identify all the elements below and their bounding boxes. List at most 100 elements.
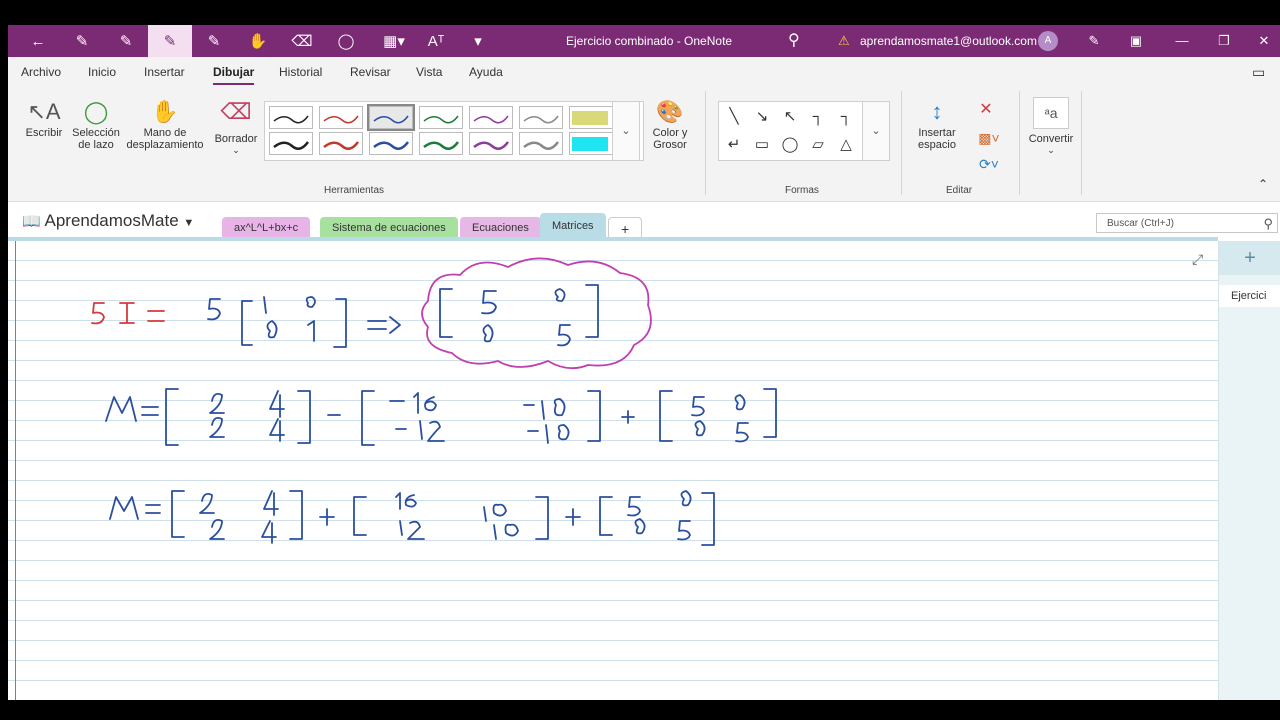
convert-button[interactable]: ᵃa Convertir ⌄ [1026,97,1076,156]
ellipse-shape-icon[interactable]: ◯ [779,134,801,156]
shapes-more-button[interactable]: ⌄ [862,101,890,161]
pen-swatch[interactable] [269,132,313,155]
notebook-selector[interactable]: 📖 AprendamosMate ▼ [22,211,194,231]
close-icon[interactable]: ✕ [1244,25,1280,57]
eraser-icon[interactable]: ⌫ [284,25,320,57]
ink-blue-strokes [207,296,401,348]
highlighter-swatch[interactable] [569,106,613,129]
section-tab-active[interactable]: Matrices [540,213,606,239]
back-icon[interactable]: ← [20,25,56,57]
minimize-icon[interactable]: — [1162,25,1202,57]
section-tab[interactable]: Ecuaciones [460,217,541,239]
rotate-button[interactable]: ⟳˅ [974,149,1004,179]
pen-swatch[interactable] [519,106,563,129]
pen-swatch[interactable] [269,106,313,129]
highlighter-swatch[interactable] [569,132,613,155]
group-divider [1019,91,1020,195]
delete-x-icon: ✕ [979,101,993,118]
pen-red-icon[interactable]: ✎ [108,25,144,57]
double-arrow-shape-icon[interactable]: ↖ [779,106,801,128]
pen-active-icon[interactable]: ✎ [148,25,192,57]
pen-swatch[interactable] [319,106,363,129]
axis-shape-icon[interactable]: ┐ [807,106,829,128]
write-button[interactable]: ↖A Escribir [24,97,64,139]
color-thickness-button[interactable]: 🎨 Color y Grosor [648,97,692,151]
window-title: Ejercicio combinado - OneNote [566,34,733,48]
collapse-ribbon-icon[interactable]: ⌃ [1258,177,1268,191]
title-bar: ← ✎ ✎ ✎ ✎ ✋ ⌫ ◯ ▦▾ Aᵀ ▾ Ejercicio combin… [8,25,1280,57]
triangle-shape-icon[interactable]: △ [835,134,857,156]
warning-icon[interactable]: ⚠ [838,33,850,49]
search-icon: ⚲ [1263,216,1273,231]
pen-swatch[interactable] [469,132,513,155]
line-shape-icon[interactable]: ╲ [723,106,745,128]
hand-label-1: Mano de [143,127,187,139]
pen-green-icon[interactable]: ✎ [196,25,232,57]
maximize-icon[interactable]: ❐ [1204,25,1244,57]
pen-gallery-more-button[interactable]: ⌄ [612,101,640,161]
chevron-down-icon: ▼ [183,217,195,229]
menu-revisar[interactable]: Revisar [350,57,391,87]
menu-dibujar[interactable]: Dibujar [213,57,255,87]
pen-swatch[interactable] [519,132,563,155]
delete-button[interactable]: ✕ [976,95,996,125]
account-email[interactable]: aprendamosmate1@outlook.com [860,25,1037,57]
pen-swatch-selected[interactable] [367,104,415,131]
pen-stroke-icon [423,141,460,150]
rectangle-shape-icon[interactable]: ▭ [751,134,773,156]
customize-icon[interactable]: ▾ [460,25,496,57]
lasso-icon: ◯ [83,99,109,124]
group-label-tools: Herramientas [324,185,385,196]
menu-archivo[interactable]: Archivo [21,57,61,87]
group-label-shapes: Formas [785,185,819,196]
notebook-name: AprendamosMate [44,211,179,230]
columns-icon[interactable]: ▦▾ [372,25,416,57]
highlighter-icon [572,111,608,125]
menu-historial[interactable]: Historial [279,57,322,87]
search-placeholder: Buscar (Ctrl+J) [1107,218,1174,229]
fullscreen-icon[interactable]: ▣ [1116,25,1156,57]
hand-pan-button[interactable]: ✋ Mano de desplazamiento [124,97,206,151]
pen-swatch[interactable] [419,132,463,155]
avatar[interactable]: A [1038,31,1058,51]
lasso-select-button[interactable]: ◯ Selección de lazo [68,97,124,151]
lasso-icon[interactable]: ◯ [328,25,364,57]
section-tab[interactable]: Sistema de ecuaciones [320,217,458,239]
write-label: Escribir [25,127,63,139]
rotate-icon: ⟳˅ [979,156,999,172]
chevron-down-icon: ⌄ [1047,145,1055,155]
add-page-button[interactable]: + [1219,241,1280,275]
eraser-button[interactable]: ⌫ Borrador ⌄ [212,97,260,156]
search-icon[interactable]: ⚲ [788,25,800,57]
parallelogram-shape-icon[interactable]: ▱ [807,134,829,156]
pen-swatch[interactable] [319,132,363,155]
page-canvas[interactable]: ⤢ [8,241,1218,700]
palette-icon: 🎨 [656,99,684,124]
notebook-bar: 📖 AprendamosMate ▼ ax^L^L+bx+c Sistema d… [8,207,1280,240]
lasso-label-2: de lazo [78,139,114,151]
pen-swatch[interactable] [419,106,463,129]
pen-stroke-icon [323,141,360,150]
ink-purple-cloud [421,257,652,370]
menu-vista[interactable]: Vista [416,57,442,87]
pen-swatch[interactable] [369,132,413,155]
menu-ayuda[interactable]: Ayuda [469,57,503,87]
hand-icon[interactable]: ✋ [240,25,276,57]
insert-space-button[interactable]: ↕ Insertar espacio [914,97,960,151]
ink-blue-strokes [109,490,715,546]
pen-settings-icon[interactable]: ✎ [1074,25,1114,57]
pen-stroke-icon [373,141,410,150]
pen-icon[interactable]: ✎ [64,25,100,57]
arrow-shape-icon[interactable]: ↘ [751,106,773,128]
notebook-pane-icon[interactable]: ▭ [1252,57,1265,87]
axis-arrow-shape-icon[interactable]: ┐ [835,106,857,128]
pen-swatch[interactable] [469,106,513,129]
ink-to-text-icon[interactable]: Aᵀ [418,25,454,57]
page-list-item[interactable]: Ejercici [1219,285,1280,307]
insert-space-label-1: Insertar [918,127,956,139]
menu-insertar[interactable]: Insertar [144,57,185,87]
corner-shape-icon[interactable]: ↵ [723,134,745,156]
section-tab[interactable]: ax^L^L+bx+c [222,217,311,239]
menu-inicio[interactable]: Inicio [88,57,116,87]
search-input[interactable]: Buscar (Ctrl+J) ⚲ [1096,213,1278,233]
